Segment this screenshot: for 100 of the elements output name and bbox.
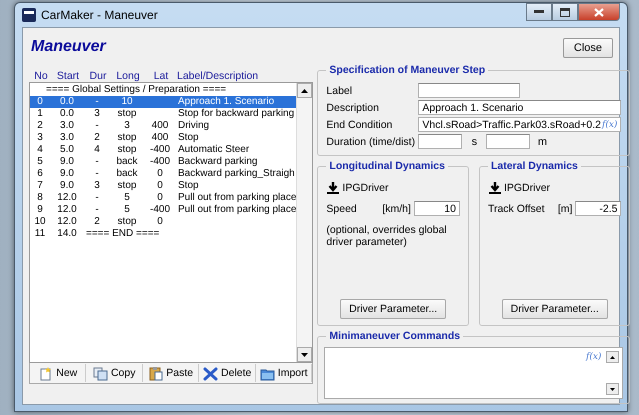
- table-cell-text: 2: [36, 120, 44, 132]
- table-cell-text: 400: [150, 132, 170, 144]
- driver-option[interactable]: IPGDriver: [326, 181, 460, 195]
- group-title: Minimaneuver Commands: [326, 330, 464, 342]
- track-offset-field[interactable]: -2.5: [575, 201, 622, 216]
- table-cell-text: stop: [116, 108, 138, 120]
- table-cell-text: 4: [36, 144, 44, 156]
- table-cell-text: -: [94, 192, 100, 204]
- driver-parameter-button[interactable]: Driver Parameter...: [340, 299, 446, 319]
- up-arrow-icon: [301, 88, 308, 92]
- unit-label: s: [470, 136, 478, 148]
- table-cell-text: 6: [36, 168, 44, 180]
- table-cell-text: Automatic Steer: [177, 144, 250, 156]
- table-cell-text: 9: [36, 204, 44, 216]
- table-cell-text: 1: [36, 108, 44, 120]
- clipboard-icon: [148, 366, 164, 380]
- cross-icon: [203, 366, 218, 380]
- dialog-heading: Maneuver: [31, 38, 106, 56]
- table-cell-text: 0.0: [59, 108, 75, 120]
- table-cell-text: 9.0: [59, 168, 75, 180]
- table-cell-text: Driving: [177, 120, 210, 132]
- label-field[interactable]: [418, 83, 520, 98]
- minimize-icon: [534, 10, 544, 14]
- table-cell-text: 0: [156, 216, 164, 228]
- table-cell-text: Stop: [177, 132, 200, 144]
- column-header: Long: [115, 70, 141, 82]
- section-row[interactable]: ==== Global Settings / Preparation ====: [30, 84, 226, 95]
- table-cell-text: 0: [156, 180, 164, 192]
- table-cell-text: 0: [156, 168, 164, 180]
- toolbar-button[interactable]: Delete: [199, 364, 256, 382]
- table-cell-text: Backward parking: [177, 156, 258, 168]
- function-button[interactable]: f(x): [601, 120, 618, 130]
- table-cell-text: stop: [116, 132, 138, 144]
- table-cell-text: 4: [93, 144, 101, 156]
- table-cell-text: 2: [93, 216, 101, 228]
- table-cell-text: Stop for backward parking: [177, 108, 296, 120]
- close-icon: [594, 8, 604, 16]
- field-label: Track Offset: [488, 202, 546, 214]
- table-cell-text: 12.0: [56, 204, 78, 216]
- table-cell-text: 5.0: [59, 144, 75, 156]
- table-cell-text: -: [94, 120, 100, 132]
- close-window-button[interactable]: [578, 3, 620, 21]
- table-cell-text: stop: [116, 144, 138, 156]
- table-cell-text: 11: [34, 228, 46, 240]
- table-cell-text: 0.0: [59, 96, 75, 108]
- column-header: Label/Description: [177, 70, 260, 82]
- field-label: Label: [326, 84, 354, 96]
- table-cell-text: 5: [123, 204, 131, 216]
- unit-label: m: [536, 136, 548, 148]
- distance-field[interactable]: [486, 134, 530, 149]
- group-title: Specification of Maneuver Step: [326, 64, 488, 76]
- table-cell-text: -400: [148, 204, 171, 216]
- table-cell-text: 3.0: [59, 120, 75, 132]
- maximize-icon: [560, 8, 570, 16]
- column-header: Dur: [88, 70, 108, 82]
- scroll-down-button[interactable]: [606, 383, 620, 395]
- table-cell-text: 14.0: [56, 228, 78, 240]
- driver-parameter-button[interactable]: Driver Parameter...: [502, 299, 608, 319]
- new-file-icon: [38, 366, 54, 380]
- selected-row-highlight[interactable]: 0 0.0 - 10 Approach 1. Scenario: [30, 96, 296, 108]
- scroll-up-button[interactable]: [297, 83, 312, 98]
- table-cell-text: 2: [93, 132, 101, 144]
- table-cell-text: 400: [150, 120, 170, 132]
- table-cell-text: stop: [116, 216, 138, 228]
- download-icon: [488, 181, 502, 195]
- scroll-down-button[interactable]: [297, 347, 312, 362]
- driver-option[interactable]: IPGDriver: [488, 181, 622, 195]
- time-field[interactable]: [418, 134, 462, 149]
- function-button[interactable]: f(x): [585, 352, 602, 364]
- download-icon: [326, 181, 340, 195]
- table-cell-text: 12.0: [56, 192, 78, 204]
- table-cell-text: back: [115, 156, 139, 168]
- table-cell-text: Pull out from parking place: [177, 192, 296, 204]
- table-cell-text: Backward parking_Straigh: [177, 168, 296, 180]
- column-header: Start: [56, 70, 80, 82]
- scroll-up-button[interactable]: [606, 351, 620, 363]
- table-cell-text: Approach 1. Scenario: [177, 96, 276, 108]
- table-cell-text: 3.0: [59, 132, 75, 144]
- description-field[interactable]: Approach 1. Scenario: [418, 100, 622, 115]
- minimize-button[interactable]: [526, 3, 552, 21]
- toolbar-button[interactable]: New: [30, 364, 86, 382]
- end-condition-field[interactable]: Vhcl.sRoad>Traffic.Park03.sRoad+0.2f(x): [418, 117, 622, 132]
- field-label: Duration (time/dist): [326, 136, 416, 148]
- app-icon: [22, 8, 36, 22]
- table-cell-text: 5: [123, 192, 131, 204]
- table-cell-text: 7: [36, 180, 44, 192]
- maximize-button[interactable]: [552, 3, 578, 21]
- speed-field[interactable]: 10: [414, 201, 460, 216]
- table-cell-text: 9.0: [59, 156, 75, 168]
- table-cell-text: -400: [148, 144, 171, 156]
- column-header: No: [33, 70, 49, 82]
- table-cell-text: 3: [36, 132, 44, 144]
- table-cell-text: -400: [148, 156, 171, 168]
- toolbar-button[interactable]: Copy: [86, 364, 143, 382]
- table-cell-text: 3: [93, 180, 101, 192]
- field-label: End Condition: [326, 118, 394, 130]
- close-button[interactable]: Close: [562, 38, 613, 58]
- commands-field[interactable]: f(x): [324, 347, 624, 399]
- toolbar-button[interactable]: Import: [256, 364, 312, 382]
- toolbar-button[interactable]: Paste: [142, 364, 200, 382]
